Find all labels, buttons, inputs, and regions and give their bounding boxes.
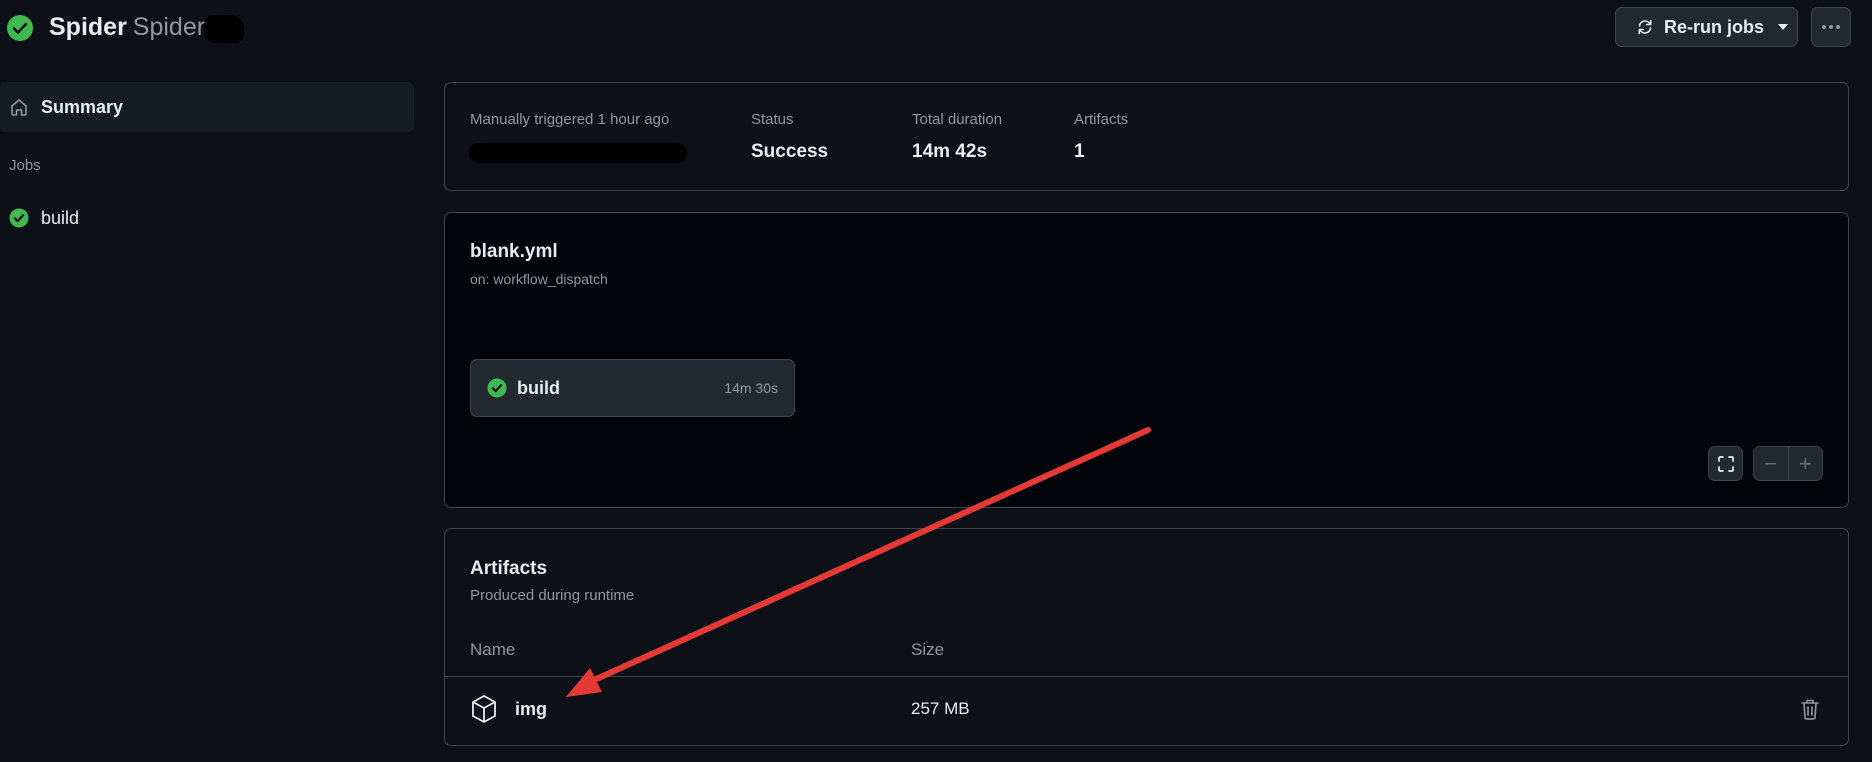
zoom-in-button[interactable]: +: [1787, 447, 1823, 480]
trigger-label: Manually triggered 1 hour ago: [470, 111, 670, 128]
chevron-down-icon: [1778, 24, 1789, 30]
status-value: Success: [751, 141, 829, 162]
more-options-button[interactable]: [1811, 7, 1851, 47]
trash-icon: [1799, 697, 1821, 721]
run-summary-card: [444, 82, 1849, 191]
table-divider: [445, 676, 1848, 677]
artifact-size: 257 MB: [911, 699, 970, 718]
duration-label: Total duration: [912, 111, 1003, 128]
rerun-jobs-label: Re-run jobs: [1664, 16, 1765, 37]
artifact-name-link[interactable]: img: [515, 699, 547, 720]
job-duration: 14m 30s: [724, 380, 778, 396]
redaction-mark: [204, 15, 244, 43]
home-icon: [9, 97, 29, 117]
job-node-build[interactable]: build 14m 30s: [470, 359, 795, 417]
success-check-icon: [487, 378, 507, 398]
run-name: Spider: [132, 13, 206, 41]
zoom-controls: − +: [1753, 446, 1823, 481]
page-title: Spider Spider: [49, 13, 205, 42]
delete-artifact-button[interactable]: [1799, 697, 1821, 721]
fullscreen-button[interactable]: [1708, 446, 1743, 481]
artifacts-subtitle: Produced during runtime: [470, 587, 635, 604]
screen-full-icon: [1717, 455, 1735, 473]
package-icon: [470, 694, 498, 724]
column-header-name: Name: [470, 640, 516, 659]
jobs-heading: Jobs: [9, 157, 41, 174]
artifacts-card: [444, 528, 1849, 746]
artifacts-title: Artifacts: [470, 558, 548, 579]
column-header-size: Size: [911, 640, 945, 659]
redaction-mark: [469, 143, 687, 163]
workflow-trigger: on: workflow_dispatch: [470, 271, 608, 287]
artifacts-count-value[interactable]: 1: [1074, 141, 1085, 163]
job-name: build: [517, 377, 560, 398]
success-check-icon: [6, 14, 34, 42]
sidebar-item-build[interactable]: build: [0, 200, 414, 236]
workflow-name: Spider: [49, 13, 127, 41]
success-check-icon: [9, 208, 29, 228]
workflow-file-name: blank.yml: [470, 241, 558, 262]
sidebar-item-label: Summary: [41, 96, 124, 117]
status-label: Status: [751, 111, 794, 128]
rerun-jobs-button[interactable]: Re-run jobs: [1615, 7, 1798, 47]
sync-icon: [1636, 18, 1654, 36]
kebab-horizontal-icon: [1821, 24, 1841, 30]
sidebar-item-label: build: [41, 207, 80, 228]
duration-value: 14m 42s: [912, 141, 988, 162]
zoom-out-button[interactable]: −: [1754, 447, 1788, 480]
artifacts-count-label: Artifacts: [1074, 111, 1129, 128]
sidebar-item-summary[interactable]: Summary: [0, 82, 414, 132]
